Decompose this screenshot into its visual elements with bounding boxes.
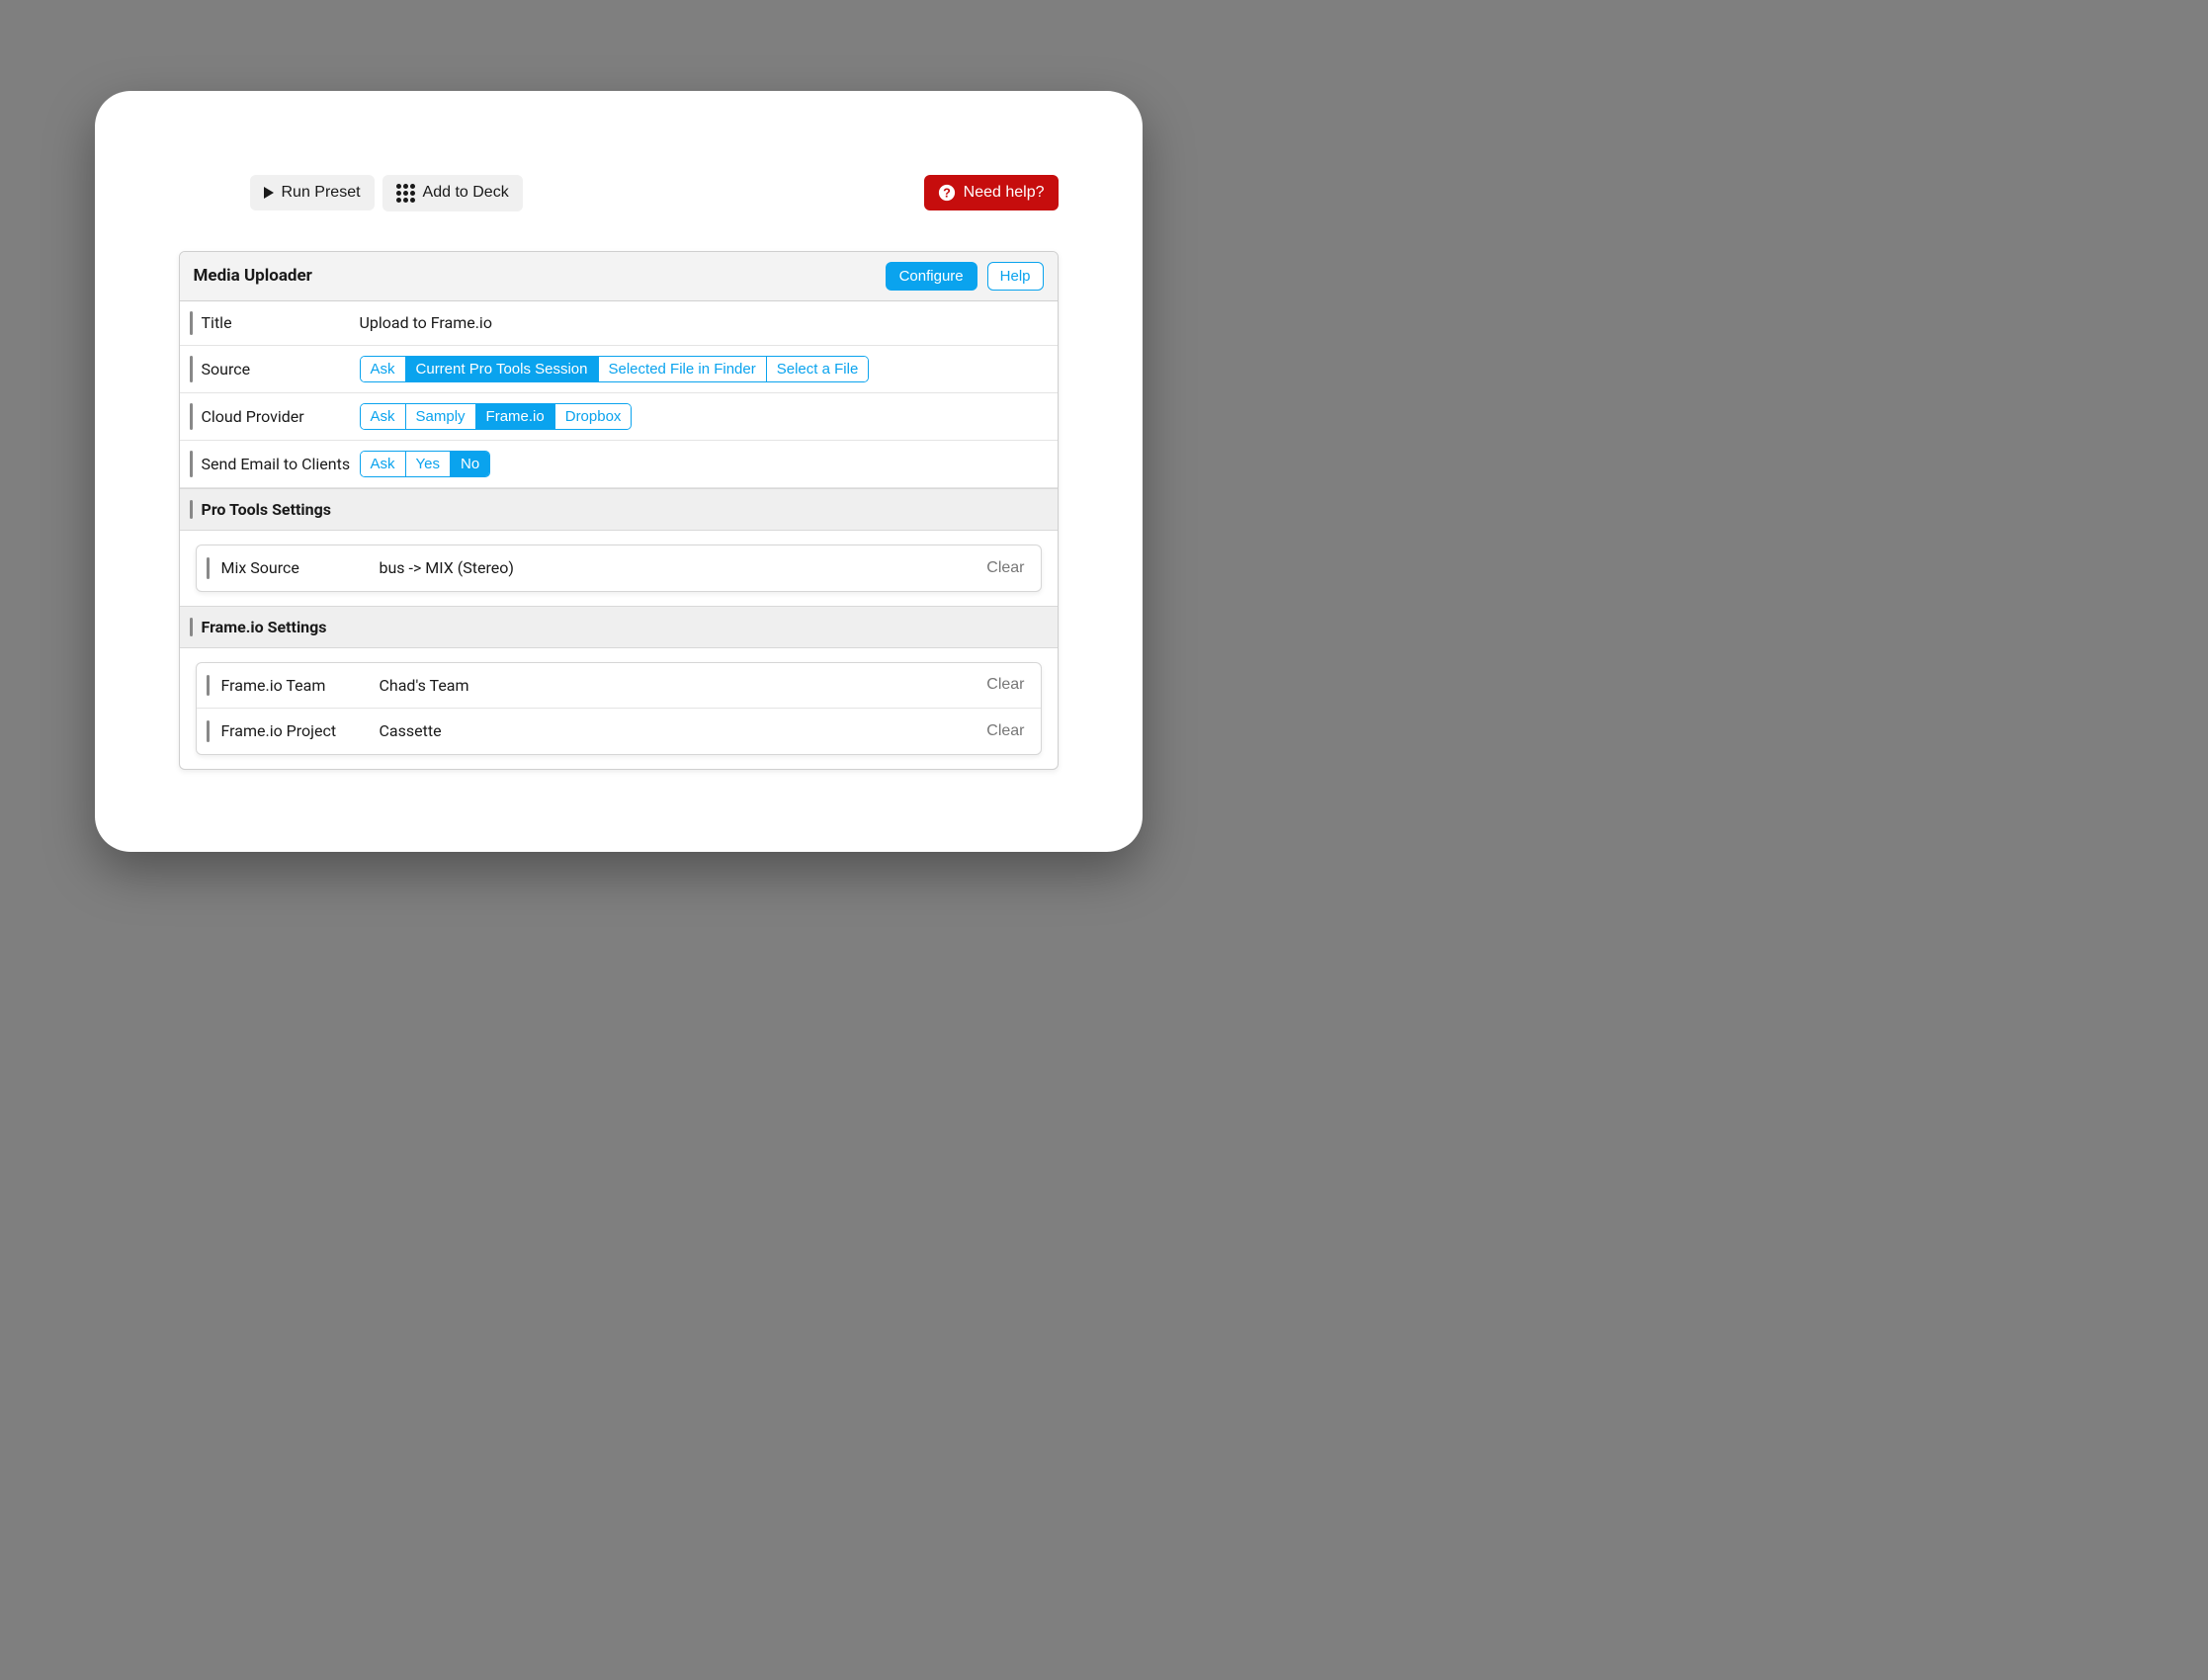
row-accent [207,675,210,696]
row-accent [190,311,193,335]
source-option-ask[interactable]: Ask [361,357,406,381]
cloud-option-samply[interactable]: Samply [406,404,476,429]
frameio-team-value: Chad's Team [380,676,987,695]
section-pro-tools-header: Pro Tools Settings [180,488,1058,531]
top-toolbar: Run Preset Add to Deck ? Need help? [179,175,1059,211]
source-option-select-a-file[interactable]: Select a File [767,357,869,381]
frameio-project-label: Frame.io Project [221,721,380,740]
frameio-sub-panel: Frame.io Team Chad's Team Clear Frame.io… [196,662,1042,755]
configure-button[interactable]: Configure [886,262,977,291]
row-accent [207,557,210,579]
segmented-send-email: Ask Yes No [360,451,491,477]
field-label-cloud-provider: Cloud Provider [202,407,360,426]
mix-source-clear-button[interactable]: Clear [986,559,1024,577]
need-help-button[interactable]: ? Need help? [924,175,1059,210]
row-accent [190,500,193,519]
grid-icon [396,184,415,203]
frameio-team-label: Frame.io Team [221,676,380,695]
row-accent [190,451,193,477]
field-label-source: Source [202,360,360,378]
frameio-project-clear-button[interactable]: Clear [986,722,1024,740]
row-frameio-project[interactable]: Frame.io Project Cassette Clear [197,709,1041,754]
pro-tools-sub-panel: Mix Source bus -> MIX (Stereo) Clear [196,545,1042,592]
media-uploader-panel: Media Uploader Configure Help Title Uplo… [179,251,1059,770]
row-accent [207,720,210,742]
svg-text:?: ? [943,187,951,201]
email-option-no[interactable]: No [451,452,489,476]
row-accent [190,356,193,382]
mix-source-label: Mix Source [221,558,380,577]
row-mix-source[interactable]: Mix Source bus -> MIX (Stereo) Clear [197,546,1041,591]
source-option-current-pro-tools-session[interactable]: Current Pro Tools Session [406,357,599,381]
need-help-label: Need help? [964,184,1045,202]
row-frameio-team[interactable]: Frame.io Team Chad's Team Clear [197,663,1041,709]
frameio-project-value: Cassette [380,721,987,740]
row-source: Source Ask Current Pro Tools Session Sel… [180,346,1058,393]
panel-help-button[interactable]: Help [987,262,1044,291]
run-preset-button[interactable]: Run Preset [250,175,375,210]
pro-tools-panel-wrap: Mix Source bus -> MIX (Stereo) Clear [180,531,1058,606]
mix-source-value: bus -> MIX (Stereo) [380,558,987,577]
email-option-ask[interactable]: Ask [361,452,406,476]
panel-title: Media Uploader [194,266,312,286]
field-label-send-email: Send Email to Clients [202,455,360,473]
cloud-option-ask[interactable]: Ask [361,404,406,429]
section-frameio-header: Frame.io Settings [180,606,1058,648]
row-send-email: Send Email to Clients Ask Yes No [180,441,1058,488]
app-card: Run Preset Add to Deck ? Need help? Medi… [95,91,1143,852]
row-accent [190,618,193,636]
source-option-selected-file-in-finder[interactable]: Selected File in Finder [599,357,767,381]
frameio-team-clear-button[interactable]: Clear [986,676,1024,694]
segmented-source: Ask Current Pro Tools Session Selected F… [360,356,870,382]
run-preset-label: Run Preset [282,184,361,202]
row-accent [190,403,193,430]
frameio-panel-wrap: Frame.io Team Chad's Team Clear Frame.io… [180,648,1058,769]
section-frameio-title: Frame.io Settings [202,618,327,636]
field-label-title: Title [202,313,360,332]
question-circle-icon: ? [938,184,956,202]
play-icon [264,187,274,199]
add-to-deck-button[interactable]: Add to Deck [382,175,523,211]
email-option-yes[interactable]: Yes [406,452,451,476]
row-cloud-provider: Cloud Provider Ask Samply Frame.io Dropb… [180,393,1058,441]
cloud-option-dropbox[interactable]: Dropbox [555,404,632,429]
cloud-option-frameio[interactable]: Frame.io [476,404,555,429]
panel-header: Media Uploader Configure Help [180,252,1058,301]
field-value-title: Upload to Frame.io [360,313,492,332]
segmented-cloud-provider: Ask Samply Frame.io Dropbox [360,403,633,430]
add-to-deck-label: Add to Deck [423,184,509,202]
row-title: Title Upload to Frame.io [180,301,1058,346]
section-pro-tools-title: Pro Tools Settings [202,500,331,519]
